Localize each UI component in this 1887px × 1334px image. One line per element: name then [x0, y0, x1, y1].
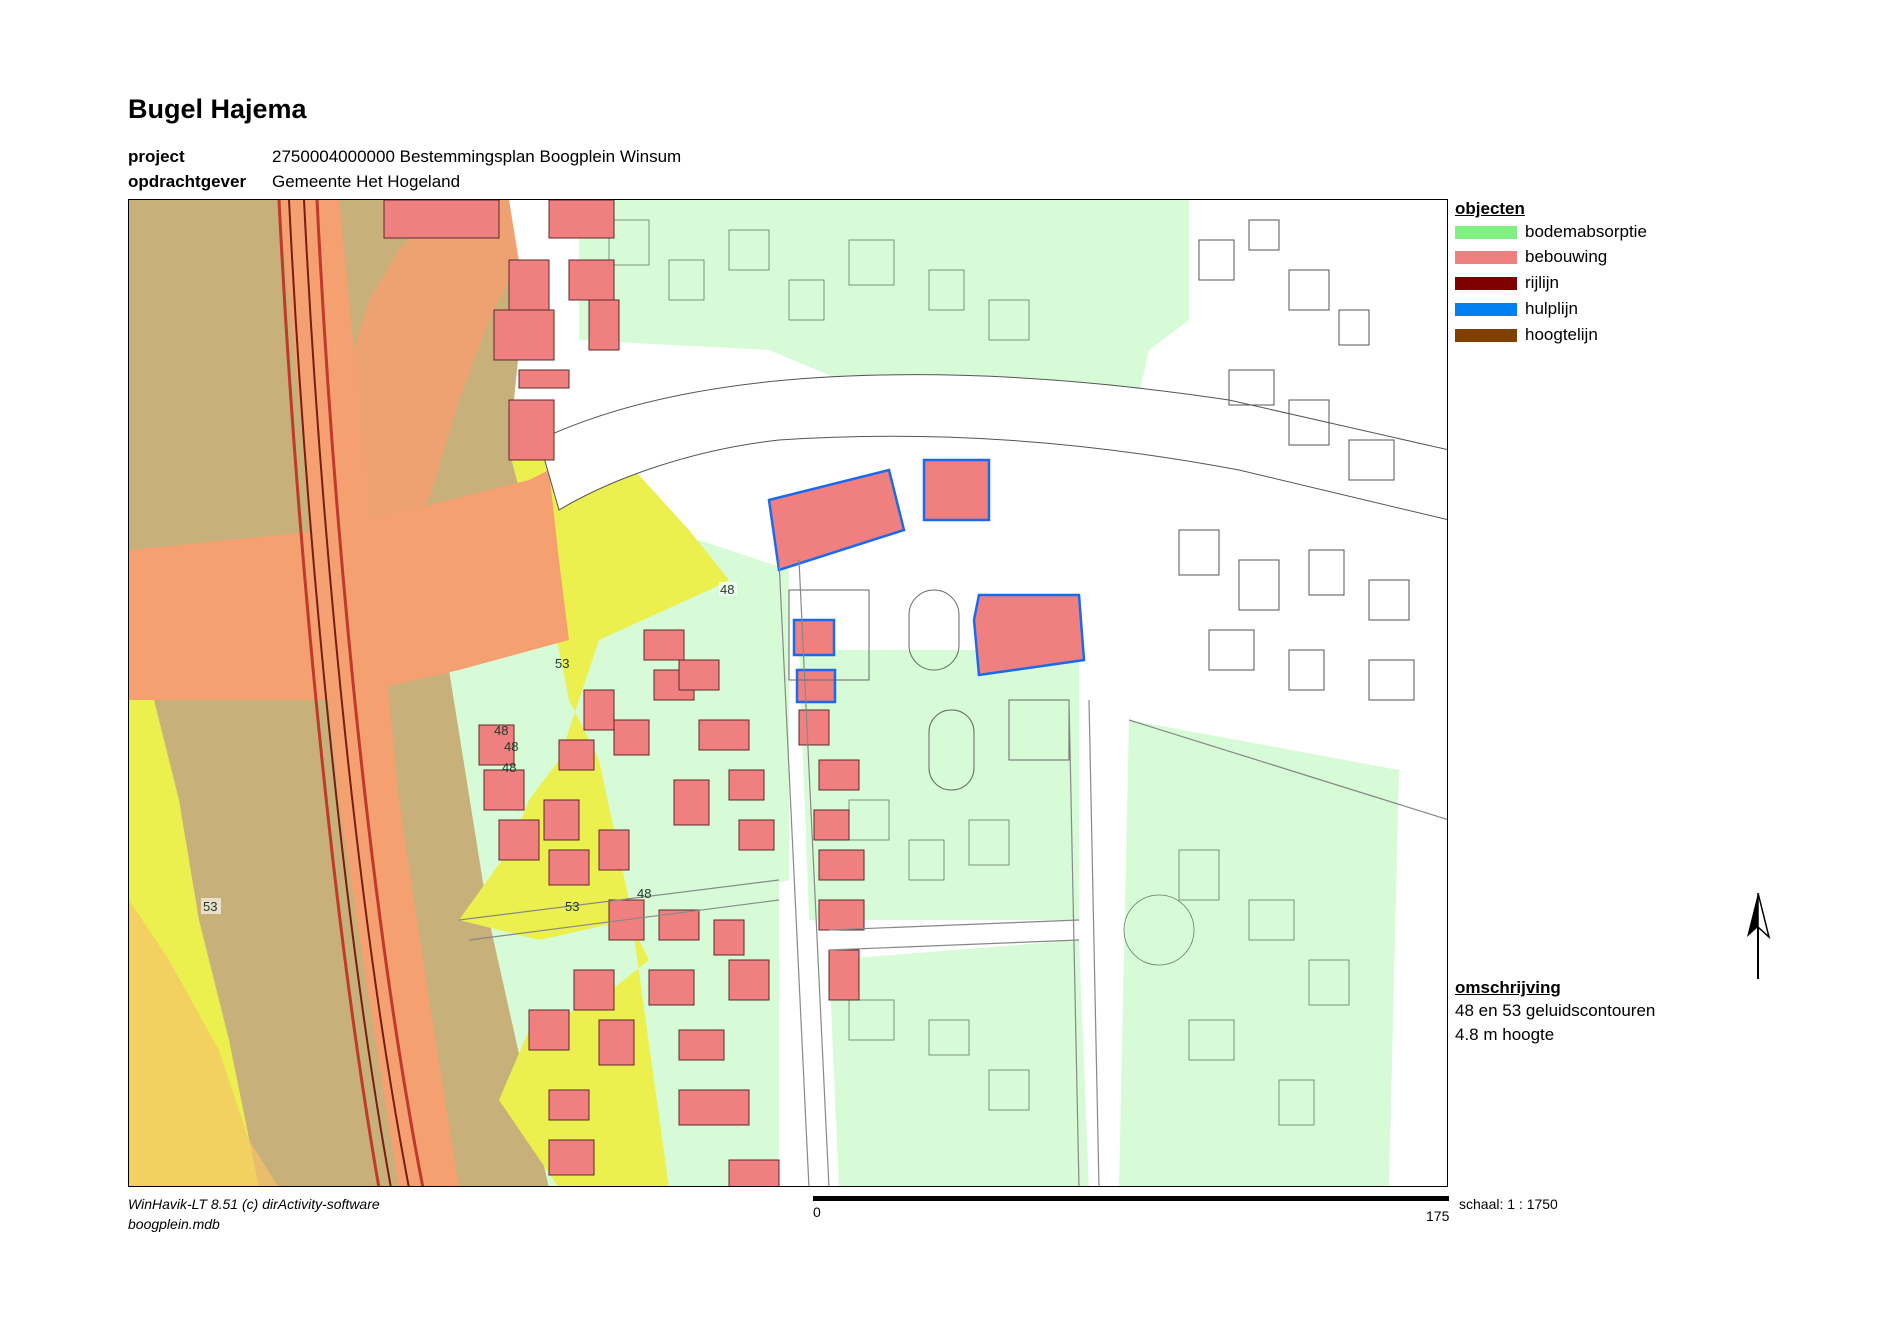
contour-label-48-b: 48: [494, 723, 508, 738]
client-value: Gemeente Het Hogeland: [272, 172, 461, 191]
description-line-1: 48 en 53 geluidscontouren: [1455, 1001, 1656, 1020]
scale-ratio: schaal: 1 : 1750: [1459, 1196, 1558, 1212]
map-title: Bugel Hajema: [128, 94, 307, 124]
legend-swatch-bodemabsorptie: [1455, 226, 1517, 239]
contour-label-53-a: 53: [555, 656, 569, 671]
scale-end: 175: [1426, 1208, 1450, 1224]
legend-label-bebouwing: bebouwing: [1525, 247, 1608, 266]
contour-label-48-e: 48: [637, 886, 651, 901]
scale-bar: [813, 1196, 1449, 1201]
description-heading: omschrijving: [1455, 978, 1561, 997]
north-arrow-icon: [1747, 893, 1771, 979]
legend-swatch-hulplijn: [1455, 303, 1517, 316]
map-canvas[interactable]: 48 53 48 48 48 53 53 48: [128, 199, 1448, 1187]
green-area-se2: [1119, 720, 1399, 1186]
legend-label-hoogtelijn: hoogtelijn: [1525, 325, 1598, 344]
description-line-2: 4.8 m hoogte: [1455, 1025, 1555, 1044]
legend-heading: objecten: [1455, 199, 1525, 218]
map-drawing: 48 53 48 48 48 53 53 48: [129, 200, 1447, 1186]
legend-swatch-rijlijn: [1455, 277, 1517, 290]
scale-start: 0: [813, 1204, 821, 1220]
contour-label-48-c: 48: [504, 739, 518, 754]
contour-label-53-b: 53: [203, 899, 217, 914]
contour-label-48-d: 48: [502, 760, 516, 775]
legend-swatch-bebouwing: [1455, 251, 1517, 264]
project-label: project: [128, 147, 185, 166]
database-file: boogplein.mdb: [128, 1216, 220, 1232]
legend-label-hulplijn: hulplijn: [1525, 299, 1578, 318]
software-credit: WinHavik-LT 8.51 (c) dirActivity-softwar…: [128, 1196, 380, 1212]
legend-swatch-hoogtelijn: [1455, 329, 1517, 342]
project-value: 2750004000000 Bestemmingsplan Boogplein …: [272, 147, 682, 166]
contour-label-53-c: 53: [565, 899, 579, 914]
green-area-se1: [829, 940, 1089, 1186]
contour-label-48-a: 48: [720, 582, 734, 597]
legend-label-bodemabsorptie: bodemabsorptie: [1525, 222, 1647, 241]
client-label: opdrachtgever: [128, 172, 247, 191]
legend-label-rijlijn: rijlijn: [1525, 273, 1559, 292]
